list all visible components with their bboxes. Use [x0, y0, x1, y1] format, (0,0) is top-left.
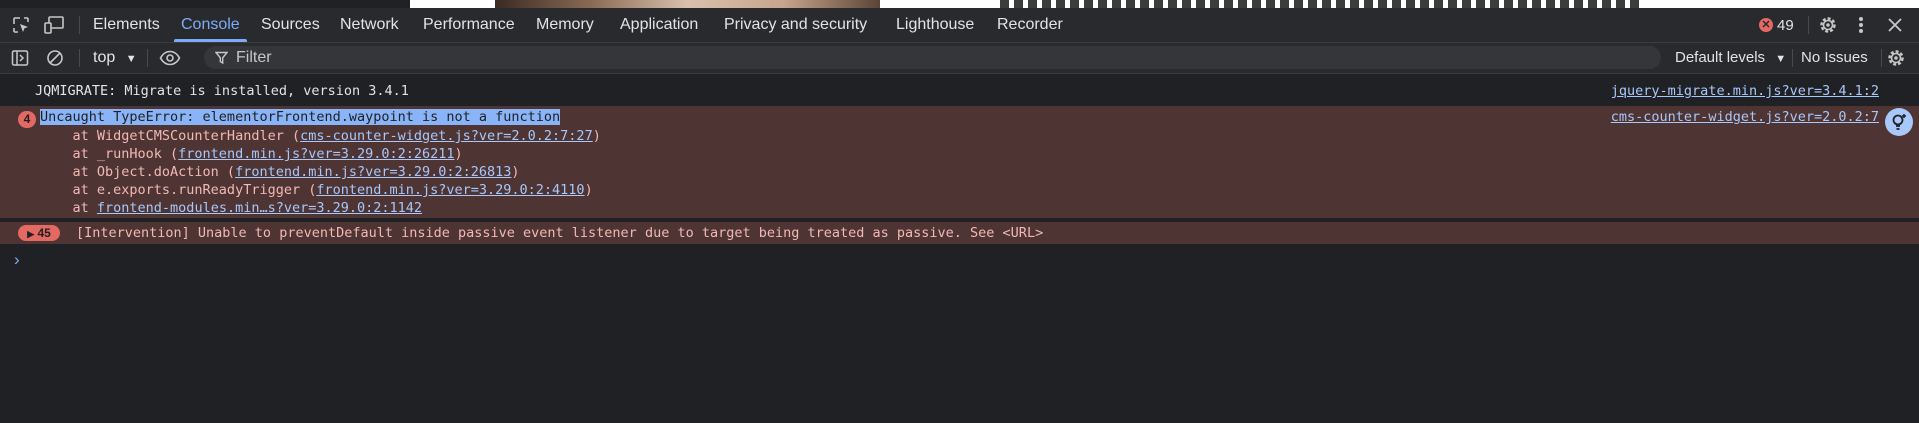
- filter-input[interactable]: [236, 46, 1636, 69]
- sidebar-toggle-icon[interactable]: [7, 45, 33, 71]
- toolbar-divider: [1881, 49, 1882, 67]
- chevron-down-icon: ▼: [125, 53, 137, 65]
- tab-application[interactable]: Application: [620, 8, 698, 42]
- error-icon: ✕: [1759, 18, 1773, 32]
- stack-frame-text: ): [592, 128, 601, 144]
- tab-bar-divider: [1808, 16, 1809, 34]
- message-text: JQMIGRATE: Migrate is installed, version…: [35, 83, 409, 99]
- source-link[interactable]: jquery-migrate.min.js?ver=3.4.1:2: [1611, 83, 1879, 99]
- stack-frame-text: ): [584, 182, 593, 198]
- stack-frame-link[interactable]: cms-counter-widget.js?ver=2.0.2:7:27: [300, 128, 593, 144]
- stack-frame-link[interactable]: frontend.min.js?ver=3.29.0:2:26211: [178, 146, 454, 162]
- clear-console-icon[interactable]: [42, 45, 68, 71]
- stack-frame-text: at _runHook (: [40, 146, 179, 162]
- tab-bar-divider: [79, 16, 80, 34]
- tab-privacy-and-security[interactable]: Privacy and security: [724, 8, 867, 42]
- console-settings-gear-icon[interactable]: [1883, 45, 1909, 71]
- repeat-count-badge[interactable]: ▶ 45: [18, 225, 60, 241]
- filter-icon: [214, 48, 229, 69]
- device-toolbar-icon[interactable]: [41, 12, 67, 38]
- tab-elements[interactable]: Elements: [93, 8, 160, 42]
- repeat-count: 45: [37, 226, 51, 240]
- toolbar-divider: [79, 49, 80, 67]
- stack-frame-text: at e.exports.runReadyTrigger (: [40, 182, 317, 198]
- console-message-violation: ▶ 45 [Intervention] Unable to preventDef…: [0, 222, 1919, 244]
- stack-frame: at e.exports.runReadyTrigger (frontend.m…: [40, 181, 601, 199]
- context-selector[interactable]: top ▼: [93, 43, 137, 73]
- stack-frame-text: ): [511, 164, 520, 180]
- devtools-tab-bar: Elements Console Sources Network Perform…: [0, 8, 1919, 43]
- issues-button[interactable]: No Issues: [1801, 43, 1868, 73]
- console-toolbar: top ▼ Default levels ▼ No Issues: [0, 43, 1919, 74]
- repeat-count-badge: 4: [18, 111, 36, 128]
- ai-insights-icon[interactable]: [1885, 108, 1913, 136]
- gear-icon[interactable]: [1815, 12, 1841, 38]
- log-levels-dropdown[interactable]: Default levels ▼: [1675, 43, 1786, 73]
- source-link[interactable]: cms-counter-widget.js?ver=2.0.2:7: [1611, 109, 1879, 125]
- stack-frame: at Object.doAction (frontend.min.js?ver=…: [40, 163, 601, 181]
- tab-console[interactable]: Console: [174, 8, 247, 42]
- close-icon[interactable]: [1882, 12, 1908, 38]
- stack-frame-text: at Object.doAction (: [40, 164, 236, 180]
- stack-frame: at frontend-modules.min…s?ver=3.29.0:2:1…: [40, 199, 601, 217]
- console-message-info: JQMIGRATE: Migrate is installed, version…: [0, 81, 1919, 101]
- tab-lighthouse[interactable]: Lighthouse: [896, 8, 974, 42]
- error-message-text[interactable]: Uncaught TypeError: elementorFrontend.wa…: [40, 109, 561, 125]
- context-selector-label: top: [93, 49, 116, 66]
- tab-memory[interactable]: Memory: [536, 8, 594, 42]
- console-prompt[interactable]: ›: [14, 250, 20, 270]
- toolbar-divider: [147, 49, 148, 67]
- stack-frame-link[interactable]: frontend.min.js?ver=3.29.0:2:26813: [235, 164, 511, 180]
- tab-recorder[interactable]: Recorder: [997, 8, 1063, 42]
- stack-frame: at WidgetCMSCounterHandler (cms-counter-…: [40, 127, 601, 145]
- tab-sources[interactable]: Sources: [261, 8, 320, 42]
- stack-frame-text: ): [454, 146, 463, 162]
- page-text: [1000, 0, 1640, 8]
- stack-frame-text: at WidgetCMSCounterHandler (: [40, 128, 301, 144]
- page-content-strip: [0, 0, 1919, 8]
- stack-frame-link[interactable]: frontend-modules.min…s?ver=3.29.0:2:1142: [97, 200, 422, 216]
- stack-frame-text: at: [40, 200, 97, 216]
- error-count: 49: [1777, 16, 1794, 34]
- console-message-error: 4 Uncaught TypeError: elementorFrontend.…: [0, 106, 1919, 218]
- error-counter[interactable]: ✕ 49: [1759, 16, 1794, 34]
- expand-triangle-icon: ▶: [27, 229, 35, 239]
- chevron-down-icon: ▼: [1775, 53, 1787, 65]
- prompt-chevron-icon: ›: [14, 250, 20, 269]
- tab-network[interactable]: Network: [340, 8, 399, 42]
- stack-frame-link[interactable]: frontend.min.js?ver=3.29.0:2:4110: [316, 182, 584, 198]
- inspect-element-icon[interactable]: [8, 12, 34, 38]
- log-levels-label: Default levels: [1675, 49, 1766, 66]
- eye-icon[interactable]: [157, 45, 183, 71]
- tab-performance[interactable]: Performance: [423, 8, 515, 42]
- filter-field[interactable]: [204, 46, 1661, 69]
- violation-message-text: [Intervention] Unable to preventDefault …: [76, 225, 1044, 241]
- toolbar-divider: [1792, 49, 1793, 67]
- stack-trace: at WidgetCMSCounterHandler (cms-counter-…: [40, 127, 601, 217]
- kebab-menu-icon[interactable]: [1848, 12, 1874, 38]
- stack-frame: at _runHook (frontend.min.js?ver=3.29.0:…: [40, 145, 601, 163]
- page-image: [495, 0, 880, 8]
